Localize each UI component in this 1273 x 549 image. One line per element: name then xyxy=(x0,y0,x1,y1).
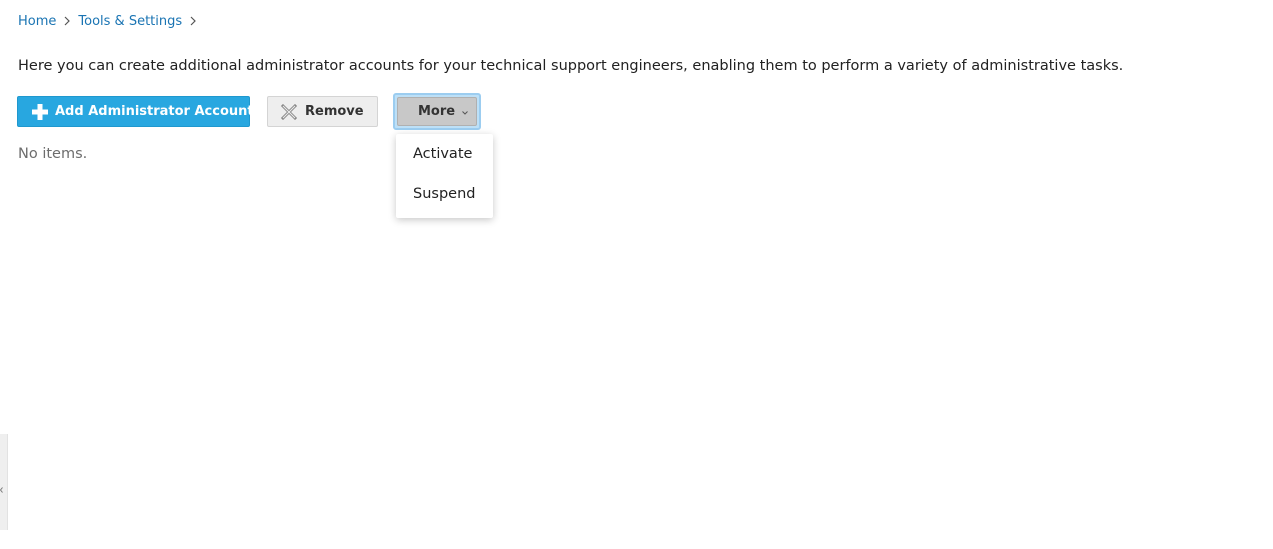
more-button-focus-ring: More xyxy=(393,93,481,130)
menu-item-activate[interactable]: Activate xyxy=(396,134,493,174)
remove-button[interactable]: Remove xyxy=(267,96,378,127)
more-dropdown-menu: Activate Suspend xyxy=(396,134,493,218)
breadcrumb: Home Tools & Settings xyxy=(18,11,204,31)
close-icon xyxy=(281,103,297,120)
breadcrumb-tools-settings-link[interactable]: Tools & Settings xyxy=(78,14,182,29)
menu-item-suspend[interactable]: Suspend xyxy=(396,174,493,214)
side-panel-toggle[interactable] xyxy=(0,434,8,530)
chevron-left-icon xyxy=(0,478,3,493)
plus-icon xyxy=(31,103,49,121)
chevron-down-icon xyxy=(462,111,468,115)
more-button[interactable]: More xyxy=(397,97,477,126)
remove-label: Remove xyxy=(305,104,364,119)
chevron-right-icon xyxy=(56,11,78,31)
breadcrumb-home-link[interactable]: Home xyxy=(18,14,56,29)
more-label: More xyxy=(418,104,456,119)
page-description: Here you can create additional administr… xyxy=(18,58,1124,74)
add-administrator-account-label: Add Administrator Account xyxy=(55,104,254,119)
empty-list-message: No items. xyxy=(18,146,88,162)
add-administrator-account-button[interactable]: Add Administrator Account xyxy=(17,96,254,127)
chevron-right-icon xyxy=(182,11,204,31)
